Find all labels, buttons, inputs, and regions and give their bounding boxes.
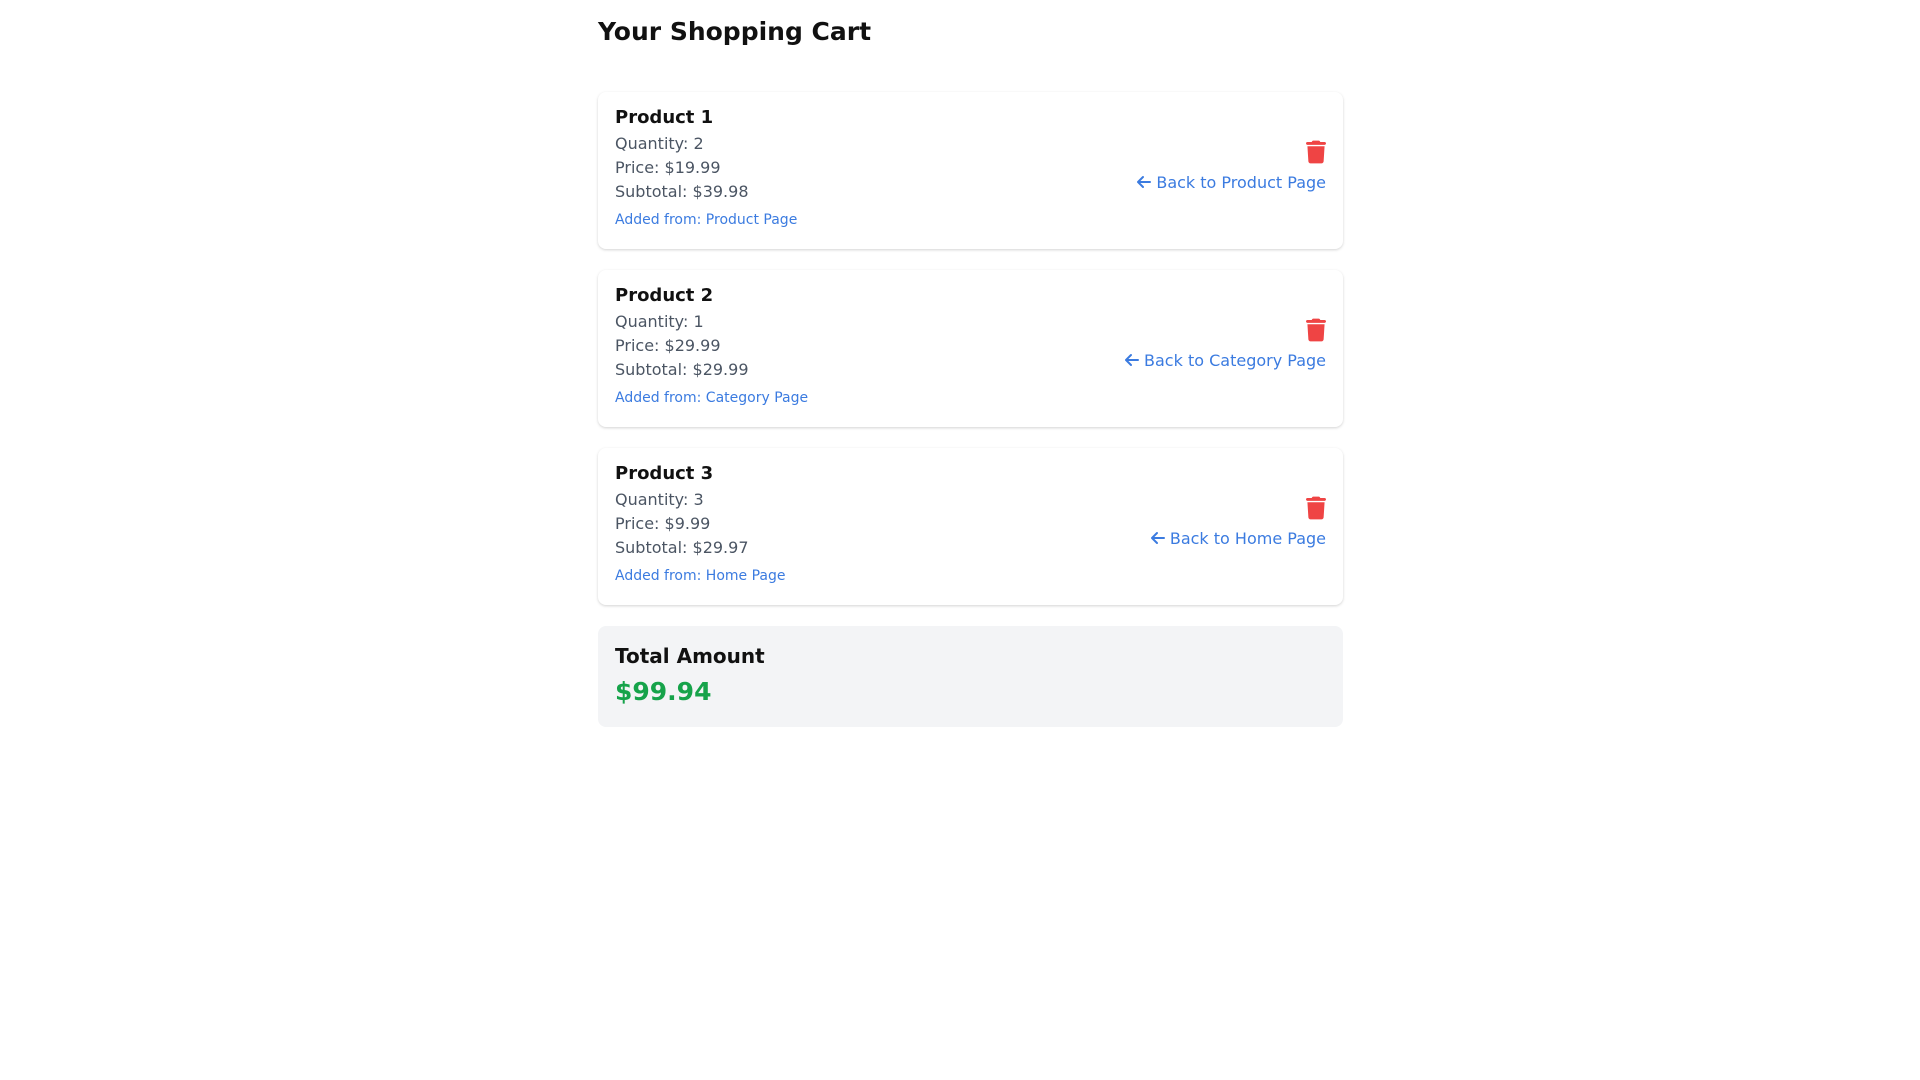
product-quantity: Quantity: 2 — [615, 134, 704, 153]
product-price: Price: $19.99 — [615, 158, 721, 177]
item-info: Product 1 Quantity: 2 Price: $19.99 Subt… — [615, 106, 797, 230]
product-price: Price: $29.99 — [615, 336, 721, 355]
product-quantity: Quantity: 1 — [615, 312, 704, 331]
back-link-label: Back to Product Page — [1156, 173, 1326, 192]
product-subtotal: Subtotal: $29.99 — [615, 360, 749, 379]
total-summary: Total Amount $99.94 — [598, 626, 1343, 727]
trash-icon[interactable] — [1306, 318, 1326, 342]
product-name: Product 2 — [615, 285, 714, 306]
item-actions: Back to Product Page — [1136, 140, 1326, 194]
cart-page: Your Shopping Cart Product 1 Quantity: 2… — [598, 0, 1343, 727]
page-title: Your Shopping Cart — [598, 17, 872, 46]
product-origin: Added from: Product Page — [615, 212, 798, 228]
product-price: Price: $9.99 — [615, 514, 711, 533]
back-link-label: Back to Category Page — [1144, 351, 1326, 370]
item-info: Product 3 Quantity: 3 Price: $9.99 Subto… — [615, 462, 786, 586]
arrow-left-icon — [1125, 353, 1140, 367]
cart-item: Product 2 Quantity: 1 Price: $29.99 Subt… — [598, 270, 1343, 427]
cart-list: Product 1 Quantity: 2 Price: $19.99 Subt… — [598, 92, 1343, 605]
product-origin: Added from: Category Page — [615, 390, 809, 406]
total-label: Total Amount — [615, 644, 765, 668]
item-actions: Back to Category Page — [1124, 318, 1326, 372]
cart-item: Product 1 Quantity: 2 Price: $19.99 Subt… — [598, 92, 1343, 249]
product-quantity: Quantity: 3 — [615, 490, 704, 509]
product-origin: Added from: Home Page — [615, 568, 786, 584]
back-to-home-page-link[interactable]: Back to Home Page — [1150, 528, 1326, 550]
product-name: Product 1 — [615, 107, 714, 128]
item-info: Product 2 Quantity: 1 Price: $29.99 Subt… — [615, 284, 808, 408]
back-to-product-page-link[interactable]: Back to Product Page — [1136, 172, 1326, 194]
arrow-left-icon — [1137, 175, 1152, 189]
total-amount: $99.94 — [615, 677, 712, 706]
product-subtotal: Subtotal: $29.97 — [615, 538, 749, 557]
arrow-left-icon — [1150, 531, 1165, 545]
back-link-label: Back to Home Page — [1169, 529, 1326, 548]
product-name: Product 3 — [615, 463, 714, 484]
back-to-category-page-link[interactable]: Back to Category Page — [1124, 350, 1326, 372]
cart-item: Product 3 Quantity: 3 Price: $9.99 Subto… — [598, 448, 1343, 605]
item-actions: Back to Home Page — [1150, 496, 1326, 550]
trash-icon[interactable] — [1306, 496, 1326, 520]
trash-icon[interactable] — [1306, 140, 1326, 164]
product-subtotal: Subtotal: $39.98 — [615, 182, 749, 201]
